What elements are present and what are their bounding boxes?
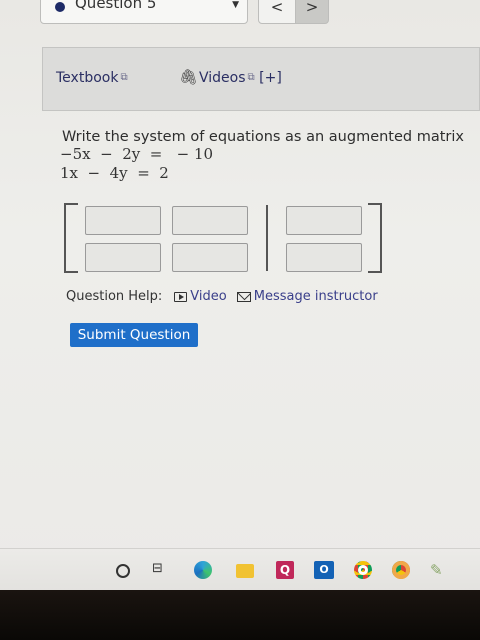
chevron-right-icon: > [305, 0, 319, 16]
message-instructor-link[interactable]: Message instructor [254, 289, 378, 304]
outlook-icon[interactable]: O [314, 561, 334, 579]
matrix-cell-r2c2[interactable] [172, 243, 248, 272]
mail-icon [236, 291, 251, 302]
external-link-icon: ⧉ [247, 72, 255, 83]
chevron-down-icon: ▼ [232, 0, 239, 10]
question-help-row: Question Help: Video Message instructor [66, 289, 378, 304]
equation-2: 1x − 4y = 2 [60, 164, 169, 182]
textbook-link[interactable]: Textbook ⧉ [56, 70, 128, 86]
next-question-button[interactable]: > [295, 0, 329, 24]
question-select[interactable]: Question 5 ▼ [40, 0, 248, 24]
chrome-profile-icon[interactable] [392, 561, 410, 579]
question-prompt: Write the system of equations as an augm… [62, 129, 464, 145]
task-view-icon[interactable]: ⊟ [152, 561, 163, 579]
edge-browser-icon[interactable] [194, 561, 212, 579]
videos-link[interactable]: Videos ⧉ [+] [199, 70, 282, 86]
submit-question-button[interactable]: Submit Question [70, 323, 198, 347]
external-link-icon: ⧉ [120, 72, 128, 83]
equation-1: −5x − 2y = − 10 [60, 145, 214, 163]
pen-icon[interactable]: ✎ [430, 561, 443, 579]
help-video-link[interactable]: Video [190, 289, 226, 304]
previous-question-button[interactable]: < [258, 0, 296, 24]
question-select-label: Question 5 [75, 0, 157, 12]
matrix-left-bracket [64, 203, 78, 273]
paperclip-icon: 🖇 [179, 68, 199, 86]
windows-search-icon[interactable] [116, 564, 130, 578]
taskbar: ⊟ Q O ✎ [0, 548, 480, 591]
chrome-icon[interactable] [354, 561, 372, 579]
matrix-right-bracket [368, 203, 382, 273]
video-icon [174, 291, 188, 302]
q-app-icon[interactable]: Q [276, 561, 294, 579]
question-help-label: Question Help: [66, 289, 163, 304]
status-dot-icon [55, 2, 65, 12]
chevron-left-icon: < [270, 0, 284, 16]
videos-expand-toggle[interactable]: [+] [259, 70, 282, 86]
resources-bar: Textbook ⧉ 🖇 Videos ⧉ [+] [42, 47, 480, 111]
file-explorer-icon[interactable] [236, 564, 254, 578]
matrix-cell-r1c3[interactable] [286, 206, 362, 235]
matrix-cell-r2c1[interactable] [85, 243, 161, 272]
textbook-link-label: Textbook [56, 70, 119, 86]
augmented-divider [266, 205, 268, 271]
matrix-cell-r1c1[interactable] [85, 206, 161, 235]
browser-viewport: Question 5 ▼ < > Textbook ⧉ 🖇 Videos ⧉ [+]… [0, 0, 480, 591]
monitor-bezel [0, 590, 480, 640]
matrix-cell-r1c2[interactable] [172, 206, 248, 235]
videos-link-label: Videos [199, 70, 246, 86]
matrix-cell-r2c3[interactable] [286, 243, 362, 272]
